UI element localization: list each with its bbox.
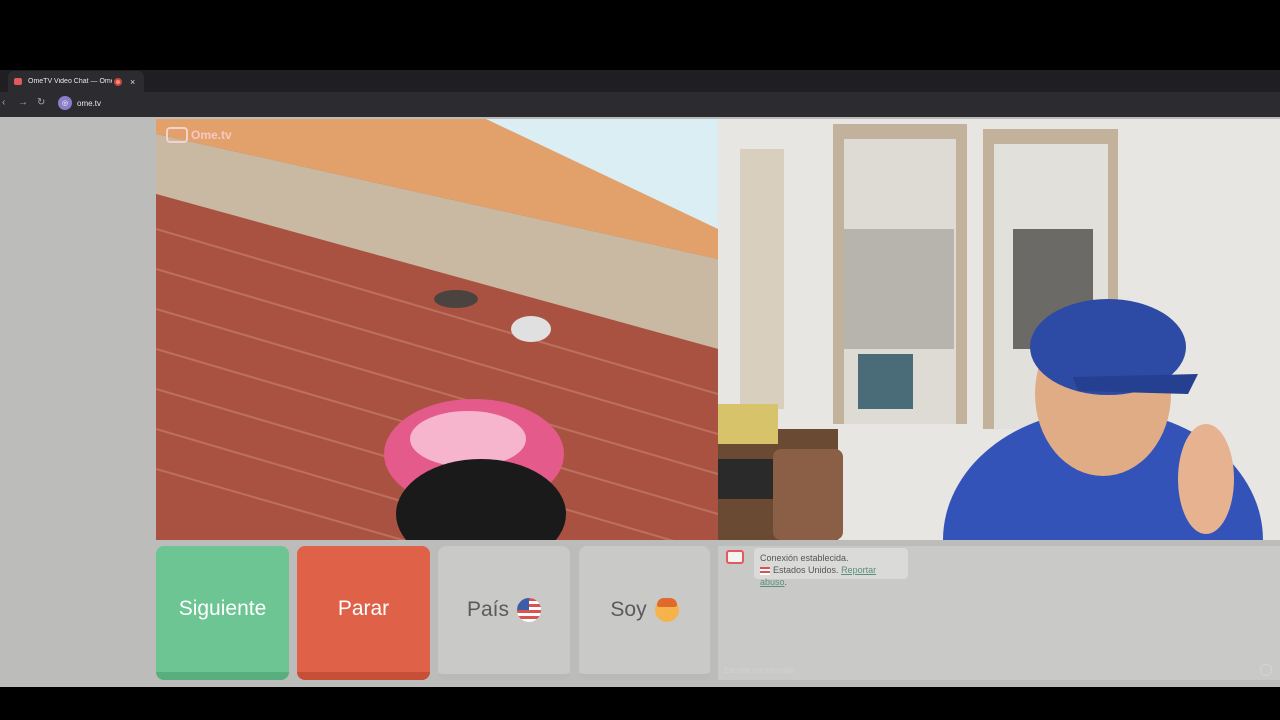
site-info-icon[interactable]: ◎ [58, 96, 72, 110]
browser-tab[interactable]: OmeTV Video Chat — Ome × [8, 71, 144, 92]
us-flag-icon [517, 598, 542, 622]
self-video-scene [718, 119, 1280, 540]
url-field[interactable]: ◎ ome.tv [58, 96, 101, 110]
system-message: Conexión establecida. Estados Unidos. Re… [754, 548, 908, 587]
gender-button[interactable]: Soy [579, 546, 710, 680]
country-label: País [466, 598, 510, 621]
tv-logo-icon [166, 127, 188, 143]
tab-title: OmeTV Video Chat — Ome [28, 78, 112, 85]
partner-video: Ome.tv [156, 119, 718, 540]
location-text: Estados Unidos. [773, 565, 839, 575]
close-tab-icon[interactable]: × [130, 77, 135, 87]
ometv-page: Ome.tv Siguiente Parar País Soy Conexión… [0, 117, 1280, 687]
forward-icon[interactable]: → [18, 97, 28, 108]
ometv-favicon-icon [14, 78, 22, 85]
screen-bottom-border [0, 687, 1280, 720]
chat-panel: Conexión establecida. Estados Unidos. Re… [718, 546, 1280, 680]
us-flag-small-icon [760, 566, 770, 575]
address-bar: ‹ → ↻ ◎ ome.tv [0, 92, 1280, 117]
boy-face-icon [654, 598, 679, 622]
reload-icon[interactable]: ↻ [37, 97, 45, 108]
location-line: Estados Unidos. Reportar abuso. [760, 565, 877, 587]
emoji-icon[interactable] [1260, 664, 1272, 676]
next-label: Siguiente [178, 597, 267, 620]
chat-input[interactable]: Escribe un mensaje [724, 666, 1244, 675]
screen-top-border [0, 0, 1280, 70]
url-text: ome.tv [77, 98, 102, 108]
tab-strip: OmeTV Video Chat — Ome × + [0, 70, 1280, 155]
gender-label: Soy [610, 598, 647, 621]
logo-text: Ome.tv [191, 128, 232, 142]
connection-status: Conexión establecida. [760, 553, 849, 563]
chat-logo-icon [726, 550, 744, 564]
next-button[interactable]: Siguiente [156, 546, 289, 680]
back-icon[interactable]: ‹ [2, 97, 5, 108]
ometv-logo: Ome.tv [166, 127, 232, 143]
partner-video-scene [156, 119, 718, 540]
recording-icon [114, 77, 122, 86]
self-video [718, 119, 1280, 540]
country-button[interactable]: País [438, 546, 570, 680]
stop-button[interactable]: Parar [297, 546, 430, 680]
stop-label: Parar [337, 597, 390, 620]
